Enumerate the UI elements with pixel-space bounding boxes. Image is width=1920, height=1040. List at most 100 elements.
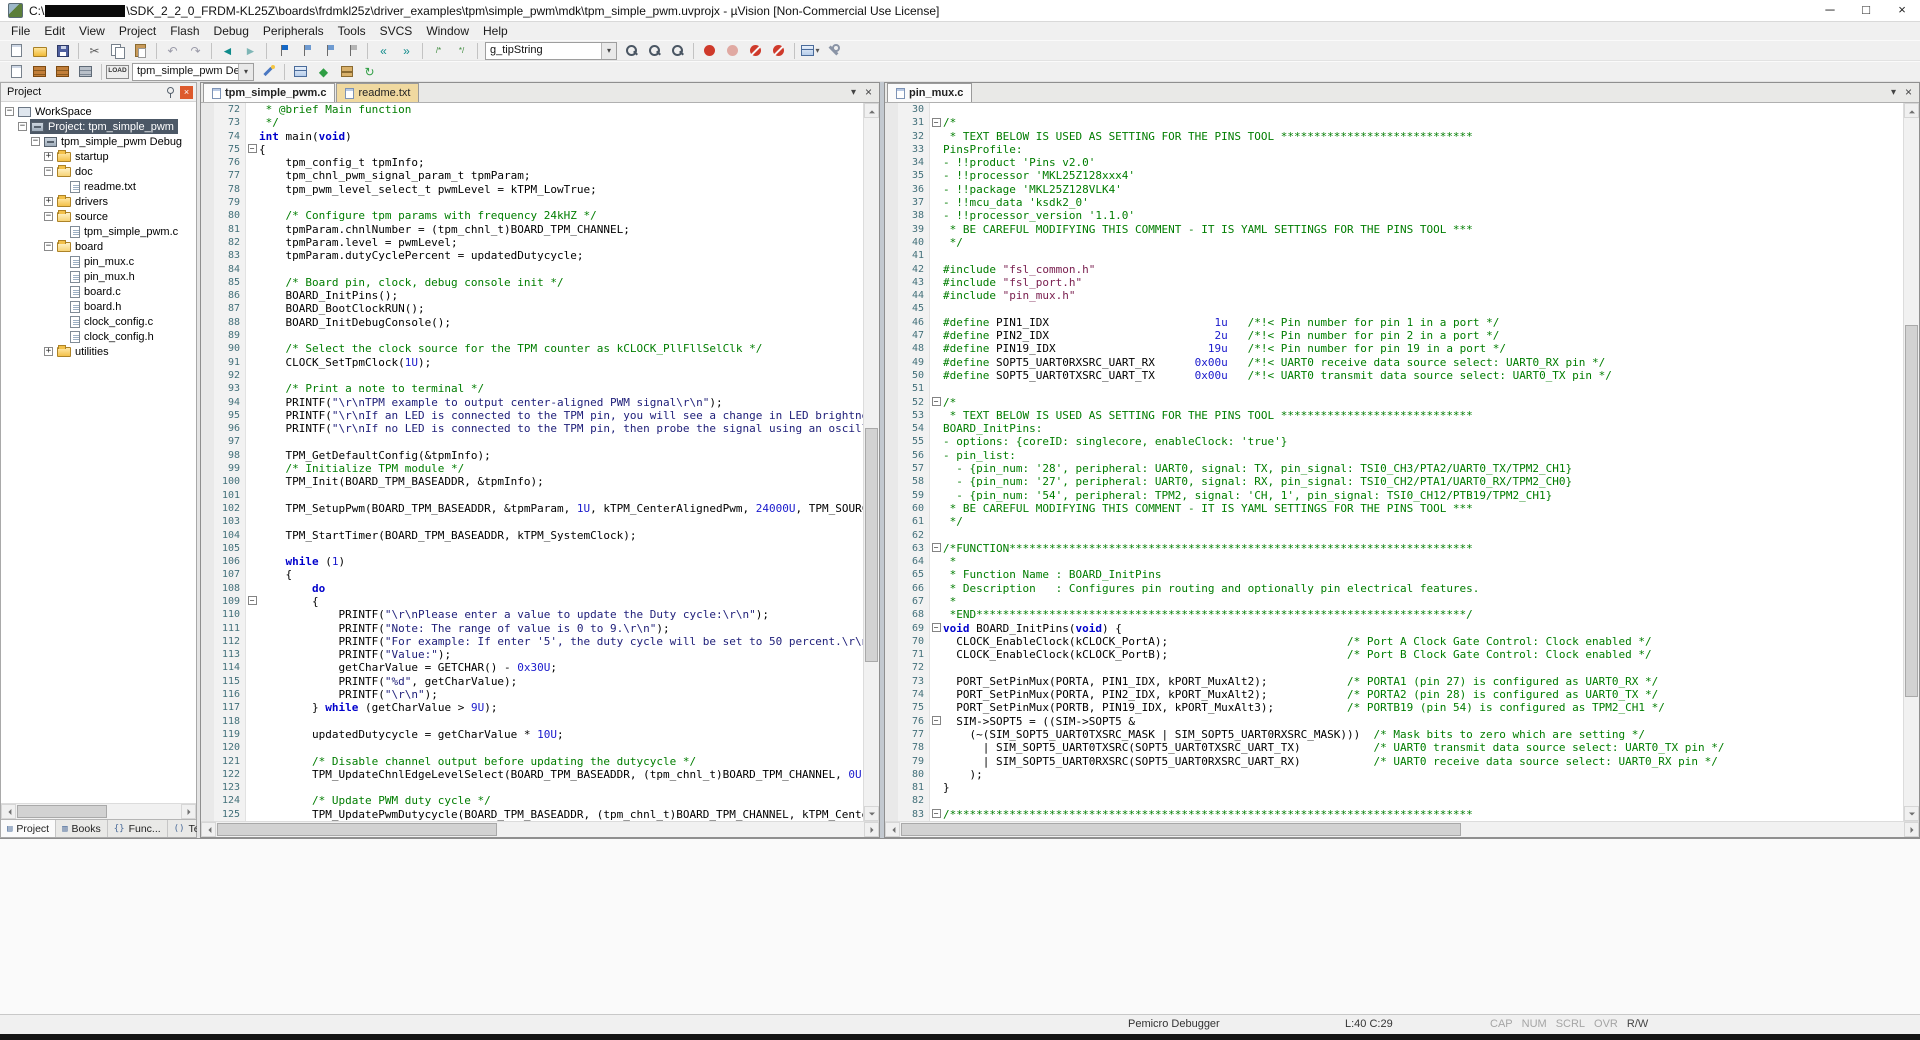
code-text[interactable]: PORT_SetPinMux(PORTB, PIN19_IDX, kPORT_M… [943,701,1903,714]
code-text[interactable] [259,329,863,342]
code-line[interactable]: 110 PRINTF("\r\nPlease enter a value to … [201,608,863,621]
code-line[interactable]: 122 TPM_UpdateChnlEdgeLevelSelect(BOARD_… [201,768,863,781]
breakpoint-margin[interactable] [201,342,214,355]
fold-collapse-icon[interactable]: − [248,144,257,153]
code-text[interactable]: * BE CAREFUL MODIFYING THIS COMMENT - IT… [943,223,1903,236]
code-text[interactable]: /* Select the clock source for the TPM c… [259,342,863,355]
code-line[interactable]: 73 PORT_SetPinMux(PORTA, PIN1_IDX, kPORT… [885,675,1903,688]
code-text[interactable]: BOARD_InitPins(); [259,289,863,302]
code-line[interactable]: 95 PRINTF("\r\nIf an LED is connected to… [201,409,863,422]
breakpoint-margin[interactable] [885,449,898,462]
code-line[interactable]: 71 CLOCK_EnableClock(kCLOCK_PortB); /* P… [885,648,1903,661]
code-line[interactable]: 109− { [201,595,863,608]
code-line[interactable]: 52−/* [885,396,1903,409]
code-text[interactable]: BOARD_BootClockRUN(); [259,302,863,315]
code-text[interactable]: TPM_StartTimer(BOARD_TPM_BASEADDR, kTPM_… [259,529,863,542]
code-line[interactable]: 111 PRINTF("Note: The range of value is … [201,622,863,635]
breakpoint-margin[interactable] [885,608,898,621]
breakpoint-margin[interactable] [885,755,898,768]
breakpoint-margin[interactable] [201,781,214,794]
breakpoint-margin[interactable] [201,648,214,661]
breakpoint-margin[interactable] [201,236,214,249]
open-file-button[interactable] [28,41,51,60]
scroll-left-icon[interactable] [201,822,216,837]
tree-item-readme-txt[interactable]: readme.txt [1,179,196,194]
code-line[interactable]: 99 /* Initialize TPM module */ [201,462,863,475]
code-line[interactable]: 79 | SIM_SOPT5_UART0RXSRC(SOPT5_UART0RXS… [885,755,1903,768]
tree-item-drivers[interactable]: +drivers [1,194,196,209]
bookmark-toggle-button[interactable] [271,41,294,60]
breakpoint-margin[interactable] [201,422,214,435]
target-combo-arrow-icon[interactable]: ▾ [238,64,253,80]
code-text[interactable]: - {pin_num: '28', peripheral: UART0, sig… [943,462,1903,475]
fold-margin[interactable]: − [930,396,943,409]
runtime-environment-button[interactable]: ◆ [312,62,335,81]
panel-tab-books[interactable]: ▥Books [56,820,108,837]
code-text[interactable]: } while (getCharValue > 9U); [259,701,863,714]
code-text[interactable]: PRINTF("\r\nIf an LED is connected to th… [259,409,863,422]
code-text[interactable]: * Description : Configures pin routing a… [943,582,1903,595]
breakpoint-margin[interactable] [201,688,214,701]
breakpoint-margin[interactable] [885,529,898,542]
code-text[interactable]: TPM_UpdateChnlEdgeLevelSelect(BOARD_TPM_… [259,768,863,781]
code-line[interactable]: 96 PRINTF("\r\nIf no LED is connected to… [201,422,863,435]
breakpoint-margin[interactable] [885,515,898,528]
menu-peripherals[interactable]: Peripherals [256,23,331,39]
fold-collapse-icon[interactable]: − [932,716,941,725]
code-text[interactable]: CLOCK_EnableClock(kCLOCK_PortB); /* Port… [943,648,1903,661]
breakpoint-margin[interactable] [201,741,214,754]
code-text[interactable]: BOARD_InitDebugConsole(); [259,316,863,329]
project-hscrollbar[interactable] [1,803,196,819]
code-line[interactable]: 46#define PIN1_IDX 1u /*!< Pin number fo… [885,316,1903,329]
breakpoint-margin[interactable] [201,675,214,688]
breakpoint-margin[interactable] [201,529,214,542]
code-line[interactable]: 53 * TEXT BELOW IS USED AS SETTING FOR T… [885,409,1903,422]
pin-icon[interactable] [165,86,175,99]
code-text[interactable]: - !!package 'MKL25Z128VLK4' [943,183,1903,196]
breakpoint-margin[interactable] [201,196,214,209]
menu-flash[interactable]: Flash [163,23,206,39]
uncomment-button[interactable]: */ [450,41,473,60]
code-line[interactable]: 72 * @brief Main function [201,103,863,116]
code-line[interactable]: 125 TPM_UpdatePwmDutycycle(BOARD_TPM_BAS… [201,808,863,821]
bookmark-prev-button[interactable] [294,41,317,60]
breakpoint-margin[interactable] [885,688,898,701]
code-line[interactable]: 72 [885,661,1903,674]
breakpoint-margin[interactable] [885,382,898,395]
tab-list-icon[interactable] [1886,85,1901,99]
right-vscrollbar[interactable] [1903,103,1919,821]
code-line[interactable]: 66 * Description : Configures pin routin… [885,582,1903,595]
scroll-thumb[interactable] [1905,325,1918,697]
breakpoint-margin[interactable] [885,794,898,807]
code-line[interactable]: 38- !!processor_version '1.1.0' [885,209,1903,222]
breakpoint-margin[interactable] [885,781,898,794]
scroll-right-icon[interactable] [864,822,879,837]
code-line[interactable]: 83−/************************************… [885,808,1903,821]
expander-minus-icon[interactable]: − [44,212,53,221]
code-text[interactable]: * Function Name : BOARD_InitPins [943,568,1903,581]
save-button[interactable] [51,41,74,60]
breakpoint-margin[interactable] [885,409,898,422]
code-text[interactable]: /* Print a note to terminal */ [259,382,863,395]
code-text[interactable] [259,435,863,448]
scroll-right-icon[interactable] [1904,822,1919,837]
code-line[interactable]: 70 CLOCK_EnableClock(kCLOCK_PortA); /* P… [885,635,1903,648]
code-text[interactable]: { [259,568,863,581]
breakpoint-margin[interactable] [885,316,898,329]
code-line[interactable]: 36- !!package 'MKL25Z128VLK4' [885,183,1903,196]
code-line[interactable]: 106 while (1) [201,555,863,568]
code-line[interactable]: 39 * BE CAREFUL MODIFYING THIS COMMENT -… [885,223,1903,236]
fold-margin[interactable]: − [930,116,943,129]
tree-item-source[interactable]: −source [1,209,196,224]
translate-button[interactable] [5,62,28,81]
build-button[interactable] [28,62,51,81]
code-line[interactable]: 79 [201,196,863,209]
breakpoint-margin[interactable] [201,728,214,741]
code-line[interactable]: 88 BOARD_InitDebugConsole(); [201,316,863,329]
code-line[interactable]: 78 tpm_pwm_level_select_t pwmLevel = kTP… [201,183,863,196]
code-line[interactable]: 118 [201,715,863,728]
rebuild-button[interactable] [51,62,74,81]
code-line[interactable]: 84 [201,263,863,276]
code-line[interactable]: 80 ); [885,768,1903,781]
breakpoint-margin[interactable] [885,276,898,289]
